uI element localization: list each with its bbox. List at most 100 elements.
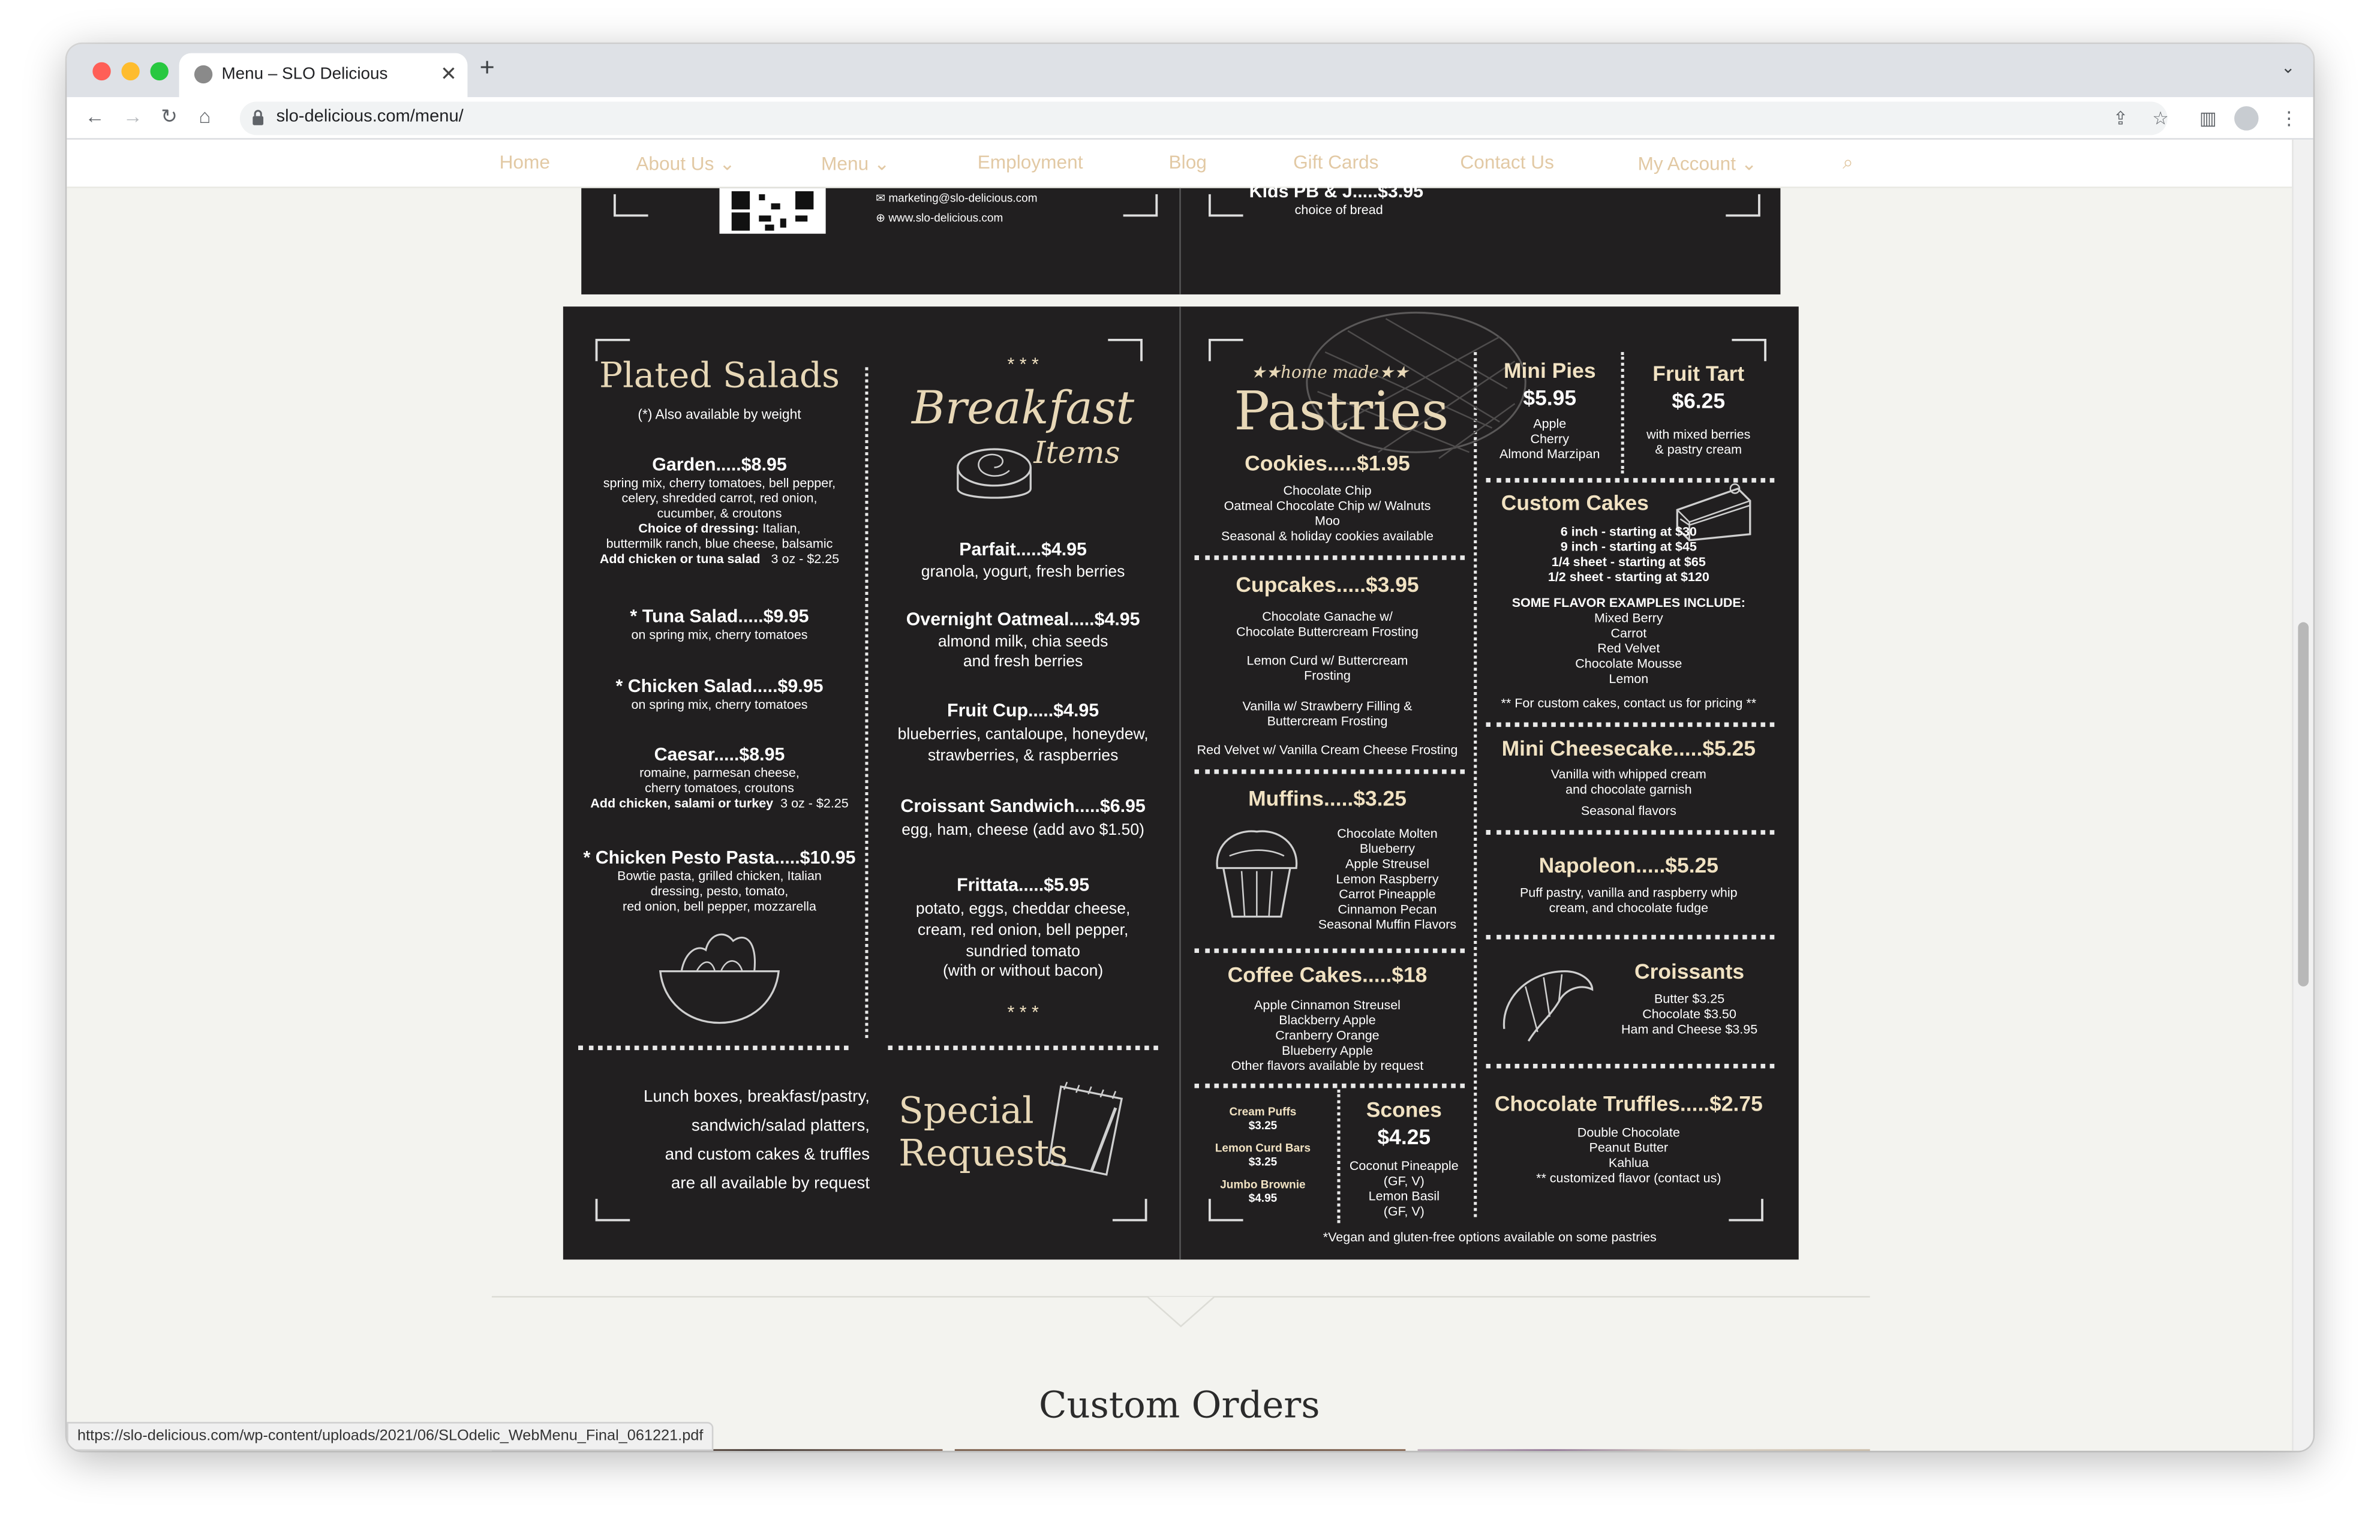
nav-contact-us[interactable]: Contact Us: [1460, 152, 1554, 173]
croissants-title: Croissants: [1634, 959, 1745, 983]
corner-bracket-icon: [1208, 194, 1243, 217]
cheesecake-desc-3: Seasonal flavors: [1580, 802, 1676, 818]
close-tab-icon[interactable]: ✕: [440, 62, 457, 86]
cookies-flavor-1: Chocolate Chip: [1283, 482, 1372, 498]
custom-order-photo-wood[interactable]: [954, 1449, 1406, 1451]
garden-addon: Add chicken or tuna salad 3 oz - $2.25: [563, 551, 876, 567]
profile-avatar-icon[interactable]: [2234, 106, 2259, 131]
share-icon[interactable]: ⇪: [2113, 105, 2128, 133]
dressing-first: Italian,: [762, 520, 801, 536]
croissant-chocolate: Chocolate $3.50: [1642, 1006, 1736, 1022]
tab-strip: Menu – SLO Delicious ✕ + ⌄: [67, 44, 2313, 97]
muffin-flavor: Chocolate Molten: [1337, 825, 1438, 841]
search-icon[interactable]: ⌕: [1843, 152, 1853, 175]
garden-addon-price: 3 oz - $2.25: [771, 551, 840, 566]
nav-employment[interactable]: Employment: [978, 152, 1083, 173]
truffles-flavor-4: ** customized flavor (contact us): [1536, 1170, 1721, 1186]
qr-code: [719, 188, 826, 234]
reload-icon[interactable]: ↻: [161, 103, 178, 131]
cupcakes-flavor-4: Frosting: [1304, 667, 1351, 683]
minimize-window-button[interactable]: [121, 62, 140, 81]
muffin-flavor: Blueberry: [1359, 840, 1415, 856]
breakfast-heading-2: Items: [1033, 434, 1120, 471]
url-text: slo-delicious.com/menu/: [276, 107, 464, 127]
coffee-cake-flavor: Blueberry Apple: [1282, 1042, 1373, 1058]
corner-bracket-icon: [613, 194, 648, 217]
nav-menu[interactable]: Menu ⌄: [821, 152, 890, 175]
home-icon[interactable]: ⌂: [199, 103, 211, 131]
forward-arrow-icon[interactable]: →: [123, 103, 143, 131]
mini-pies-flavor-2: Cherry: [1530, 431, 1570, 446]
nav-blog[interactable]: Blog: [1169, 152, 1207, 173]
breakfast-section: * * * Breakfast Items Parfait.....$4.95 …: [867, 306, 1179, 1050]
cupcakes-title: Cupcakes.....$3.95: [1236, 572, 1419, 597]
breakfast-heading-1: Breakfast: [912, 382, 1135, 436]
side-panel-icon[interactable]: ▥: [2199, 105, 2217, 133]
caesar-addon: Add chicken, salami or turkey 3 oz - $2.…: [563, 795, 876, 811]
cake-size: 9 inch - starting at $45: [1560, 539, 1697, 554]
garden-addon-label: Add chicken or tuna salad: [599, 551, 761, 566]
cinnamon-roll-icon: [957, 448, 1032, 499]
caesar-desc-1: romaine, parmesan cheese,: [639, 765, 800, 780]
custom-cakes-title: Custom Cakes: [1501, 490, 1649, 515]
frittata-desc-3: sundried tomato: [966, 942, 1080, 961]
link-status-bar: https://slo-delicious.com/wp-content/upl…: [67, 1422, 714, 1451]
notepad-icon: [1047, 1081, 1123, 1176]
tab-title: Menu – SLO Delicious: [221, 65, 388, 84]
cake-size: 6 inch - starting at $30: [1560, 524, 1697, 539]
bookmark-star-icon[interactable]: ☆: [2152, 105, 2168, 133]
requests-heading-1: Special: [898, 1089, 1034, 1132]
cupcakes-flavor-7: Red Velvet w/ Vanilla Cream Cheese Frost…: [1197, 742, 1458, 757]
chevron-down-icon: ⌄: [719, 153, 735, 175]
lock-icon: [253, 110, 264, 125]
mini-pies-flavor-1: Apple: [1533, 416, 1567, 431]
browser-tab[interactable]: Menu – SLO Delicious ✕: [179, 53, 468, 97]
croissant-icon: [1502, 970, 1594, 1042]
cupcakes-flavor-1: Chocolate Ganache w/: [1262, 608, 1393, 624]
new-tab-icon[interactable]: +: [480, 53, 495, 84]
requests-line-2: sandwich/salad platters,: [691, 1117, 870, 1135]
page-scrollbar[interactable]: [2292, 139, 2313, 1451]
scones-title: Scones: [1366, 1097, 1442, 1122]
chicken-salad-desc: on spring mix, cherry tomatoes: [631, 696, 808, 712]
nav-my-account[interactable]: My Account ⌄: [1638, 152, 1757, 175]
muffin-icon: [1216, 830, 1298, 918]
breakfast-stars-bottom: * * *: [1007, 1001, 1039, 1023]
cheesecake-desc-1: Vanilla with whipped cream: [1550, 766, 1706, 782]
scrollbar-thumb[interactable]: [2298, 622, 2309, 986]
custom-order-photo-flowers[interactable]: [1417, 1449, 1870, 1451]
site-favicon-icon: [194, 65, 213, 84]
parfait-desc: granola, yogurt, fresh berries: [921, 563, 1125, 582]
mini-pies-title: Mini Pies: [1503, 358, 1596, 383]
web-text: www.slo-delicious.com: [888, 210, 1003, 225]
separator-chevron-icon: [1147, 1296, 1215, 1328]
browser-window: Menu – SLO Delicious ✕ + ⌄ ← → ↻ ⌂ slo-d…: [67, 44, 2313, 1451]
zoom-window-button[interactable]: [150, 62, 169, 81]
pastries-tagline: ★★home made★★: [1251, 362, 1409, 383]
nav-gift-cards[interactable]: Gift Cards: [1293, 152, 1378, 173]
coffee-cake-flavor: Cranberry Orange: [1275, 1027, 1380, 1043]
close-window-button[interactable]: [92, 62, 111, 81]
back-arrow-icon[interactable]: ←: [85, 103, 105, 131]
dressing-label: Choice of dressing:: [638, 520, 759, 536]
page-viewport: Home About Us ⌄ Menu ⌄ Employment Blog G…: [67, 139, 2292, 1451]
menu-image[interactable]: Plated Salads (*) Also available by weig…: [563, 306, 1799, 1260]
pesto-desc-1: Bowtie pasta, grilled chicken, Italian: [617, 868, 822, 883]
pastries-heading: Pastries: [1234, 382, 1449, 443]
more-menu-icon[interactable]: ⋮: [2280, 105, 2298, 133]
site-navigation: Home About Us ⌄ Menu ⌄ Employment Blog G…: [67, 139, 2292, 188]
cake-flavor: Chocolate Mousse: [1575, 655, 1682, 671]
frittata-title: Frittata.....$5.95: [957, 874, 1090, 896]
vegan-footnote: *Vegan and gluten-free options available…: [1323, 1229, 1657, 1245]
truffles-flavor-3: Kahlua: [1608, 1154, 1649, 1171]
caesar-addon-price: 3 oz - $2.25: [780, 795, 849, 811]
fruit-tart-title: Fruit Tart: [1652, 361, 1745, 386]
cookies-title: Cookies.....$1.95: [1245, 450, 1410, 476]
cake-size: 1/4 sheet - starting at $65: [1551, 554, 1706, 569]
nav-about-us[interactable]: About Us ⌄: [636, 152, 735, 175]
tab-search-chevron-icon[interactable]: ⌄: [2281, 58, 2295, 77]
kids-item-desc: choice of bread: [1294, 201, 1383, 217]
cream-puffs-title: Cream Puffs: [1229, 1105, 1297, 1119]
address-bar[interactable]: slo-delicious.com/menu/: [239, 101, 2168, 136]
nav-home[interactable]: Home: [500, 152, 550, 173]
